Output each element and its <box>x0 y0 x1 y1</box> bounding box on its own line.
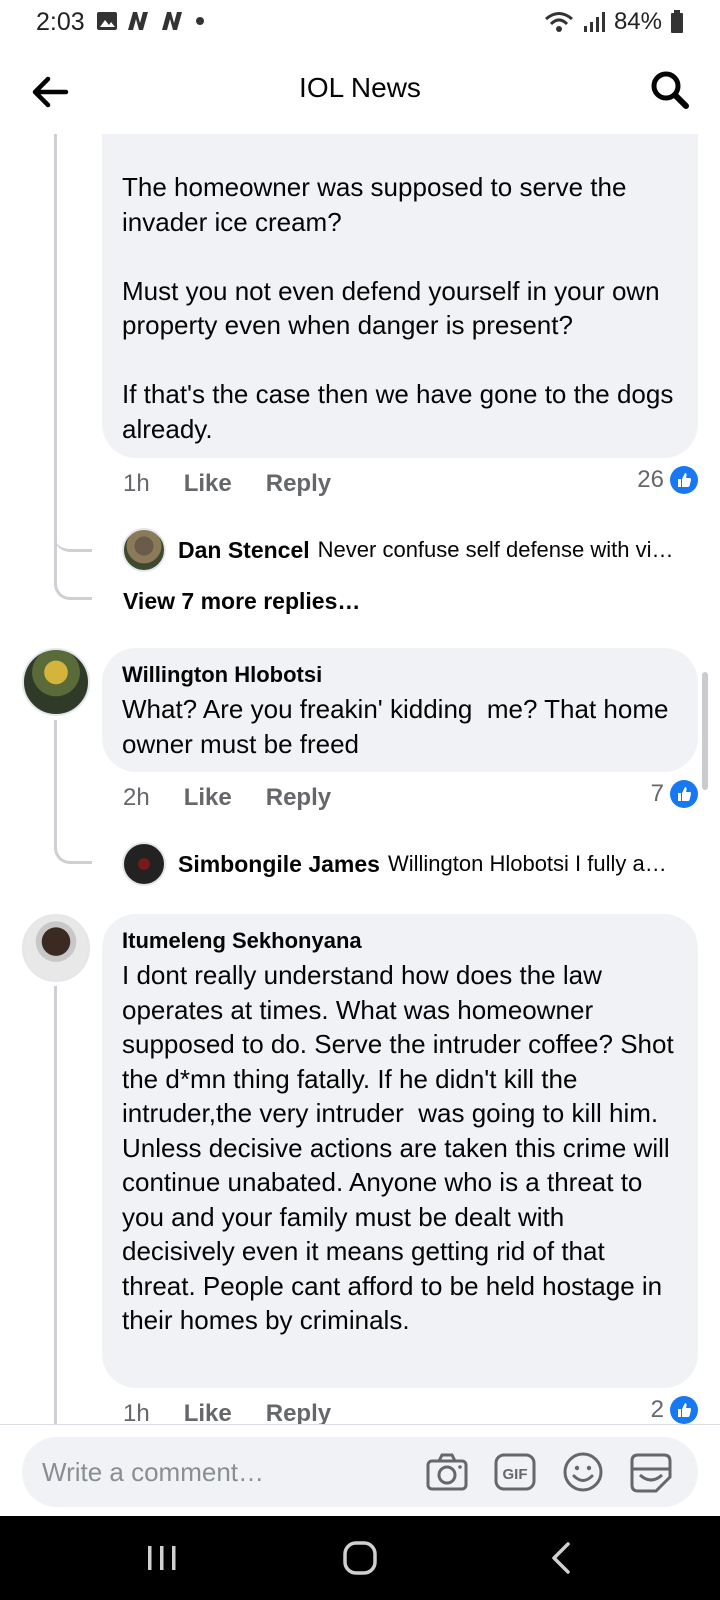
gallery-icon <box>97 12 117 30</box>
reply-button[interactable]: Reply <box>266 1400 331 1424</box>
back-nav-icon[interactable] <box>540 1536 584 1580</box>
app-header: IOL News <box>0 46 720 134</box>
like-button[interactable]: Like <box>184 1400 232 1424</box>
page-title: IOL News <box>299 72 421 103</box>
comment-author[interactable]: Willington Hlobotsi <box>122 662 678 688</box>
battery-icon <box>671 10 683 33</box>
home-icon[interactable] <box>338 1536 382 1580</box>
avatar[interactable] <box>22 648 90 716</box>
comment-text: The homeowner was supposed to serve the … <box>122 172 674 444</box>
reaction-count[interactable]: 26 <box>637 466 698 494</box>
comment-author[interactable]: Itumeleng Sekhonyana <box>122 928 678 954</box>
svg-text:GIF: GIF <box>503 1466 528 1483</box>
wifi-icon <box>544 12 573 32</box>
avatar[interactable] <box>122 842 166 886</box>
scrollbar[interactable] <box>702 672 708 790</box>
comment-bubble[interactable]: Itumeleng Sekhonyana I dont really under… <box>102 914 698 1388</box>
comment-text: I dont really understand how does the la… <box>122 960 681 1335</box>
reaction-count[interactable]: 7 <box>651 780 698 808</box>
reply-preview[interactable]: Dan Stencel Never confuse self defense w… <box>178 528 698 572</box>
comment-actions: 1h Like Reply <box>123 1400 331 1424</box>
news-n-icon-2 <box>162 12 182 30</box>
reply-snippet: Willington Hlobotsi I fully a… <box>387 851 667 876</box>
battery-percent: 84% <box>613 8 662 35</box>
like-button[interactable]: Like <box>184 784 232 812</box>
status-right: 84% <box>544 8 684 36</box>
dot-icon <box>196 17 204 25</box>
comment-actions: 2h Like Reply <box>123 784 331 812</box>
comment-bubble[interactable]: The homeowner was supposed to serve the … <box>102 134 698 458</box>
reply-preview[interactable]: Simbongile James Willington Hlobotsi I f… <box>178 842 698 886</box>
reply-connector <box>54 500 92 552</box>
like-button[interactable]: Like <box>184 470 232 498</box>
reply-connector <box>54 820 92 864</box>
reply-author: Simbongile James <box>178 850 380 877</box>
like-reaction-icon <box>670 466 698 494</box>
recents-icon[interactable] <box>140 1536 184 1580</box>
reply-author: Dan Stencel <box>178 536 310 563</box>
status-time: 2:03 <box>36 8 85 36</box>
like-reaction-icon <box>670 1396 698 1424</box>
reply-connector <box>54 560 92 600</box>
emoji-icon[interactable] <box>560 1449 606 1495</box>
comment-composer: GIF <box>0 1424 720 1516</box>
signal-icon <box>583 12 605 32</box>
comment-text: What? Are you freakin' kidding me? That … <box>122 694 676 759</box>
status-bar: 2:03 84% <box>0 0 720 46</box>
composer-box: GIF <box>22 1437 698 1507</box>
reply-button[interactable]: Reply <box>266 784 331 812</box>
comment-time: 1h <box>123 470 150 497</box>
reaction-number: 26 <box>637 466 664 493</box>
comment-input[interactable] <box>42 1437 422 1507</box>
like-reaction-icon <box>670 780 698 808</box>
reaction-number: 7 <box>650 780 664 807</box>
system-nav-bar <box>0 1516 720 1600</box>
reaction-count[interactable]: 2 <box>651 1396 698 1424</box>
camera-icon[interactable] <box>424 1449 470 1495</box>
view-more-replies[interactable]: View 7 more replies… <box>123 588 360 615</box>
comment-time: 1h <box>123 1400 150 1424</box>
news-n-icon <box>128 12 148 30</box>
reply-snippet: Never confuse self defense with vi… <box>317 537 674 562</box>
avatar[interactable] <box>122 528 166 572</box>
reply-button[interactable]: Reply <box>266 470 331 498</box>
gif-icon[interactable]: GIF <box>492 1449 538 1495</box>
thread-line <box>54 986 57 1424</box>
comment-time: 2h <box>123 784 150 811</box>
search-icon[interactable] <box>648 68 692 112</box>
comment-actions: 1h Like Reply <box>123 470 331 498</box>
comment-bubble[interactable]: Willington Hlobotsi What? Are you freaki… <box>102 648 698 772</box>
sticker-icon[interactable] <box>628 1449 674 1495</box>
reaction-number: 2 <box>650 1396 664 1423</box>
avatar[interactable] <box>22 914 90 982</box>
notification-icons <box>96 10 206 32</box>
